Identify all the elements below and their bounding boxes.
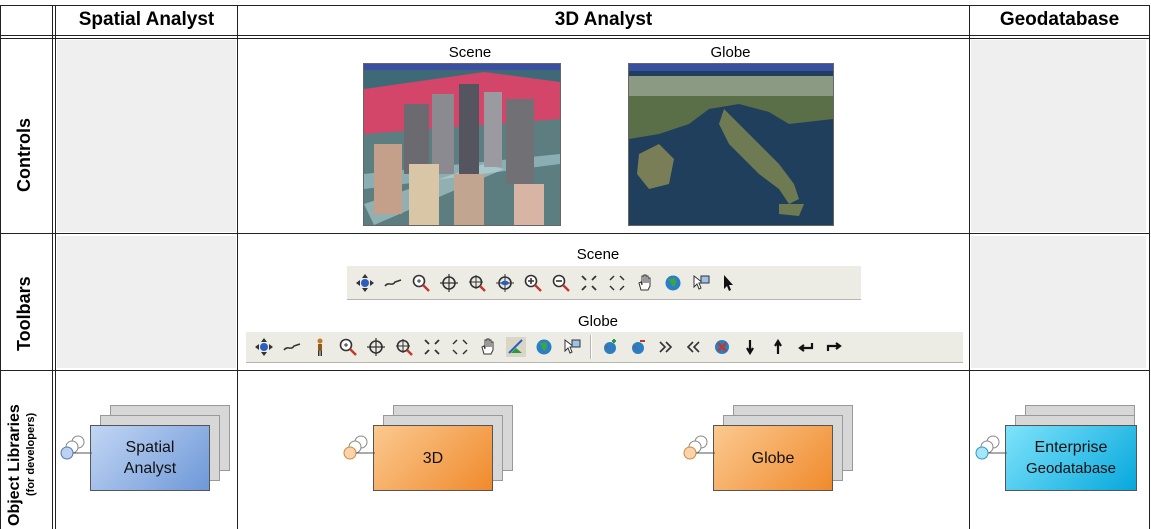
geodb-controls-cell (971, 40, 1146, 232)
grid-line (969, 5, 970, 529)
globe-toolbar (246, 331, 963, 363)
globe-library-box: Globe (713, 425, 833, 491)
toolbar-separator (590, 335, 592, 359)
grid-line (237, 5, 238, 529)
enterprise-geodatabase-library: Enterprise Geodatabase (975, 405, 1145, 505)
select-features-icon[interactable] (558, 333, 586, 361)
globe-toolbar-caption: Globe (577, 313, 619, 330)
zoom-in-out-icon[interactable] (334, 333, 362, 361)
interface-lollipop-icon (343, 435, 375, 460)
spatial-analyst-library-box: Spatial Analyst (90, 425, 210, 491)
grid-line (0, 233, 1150, 234)
up-icon[interactable] (764, 333, 792, 361)
spatial-toolbars-cell (57, 236, 236, 368)
fly-icon[interactable] (278, 333, 306, 361)
fixed-zoom-out-icon[interactable] (603, 269, 631, 297)
zoom-in-out-icon[interactable] (407, 269, 435, 297)
grid-line (55, 5, 56, 529)
zoom-to-target-icon[interactable] (463, 269, 491, 297)
target-center-icon[interactable] (435, 269, 463, 297)
remove-layer-icon[interactable] (624, 333, 652, 361)
globe-control-caption: Globe (710, 44, 751, 61)
grid-line (0, 370, 1150, 371)
column-header-geodatabase: Geodatabase (999, 9, 1120, 30)
library-label-line1: 3D (422, 449, 444, 467)
next-view-icon[interactable] (652, 333, 680, 361)
row-label-object-libraries: Object Libraries (6, 404, 23, 526)
fixed-zoom-in-icon[interactable] (418, 333, 446, 361)
navigate-icon[interactable] (250, 333, 278, 361)
target-center-icon[interactable] (362, 333, 390, 361)
grid-line (0, 35, 1150, 36)
previous-view-icon[interactable] (680, 333, 708, 361)
full-extent-icon[interactable] (659, 269, 687, 297)
interface-lollipop-icon (975, 435, 1007, 460)
pan-icon[interactable] (631, 269, 659, 297)
library-label-line1: Enterprise (1034, 439, 1108, 456)
grid-line (0, 5, 1, 529)
globe-library: Globe (683, 405, 853, 505)
library-label-line2: Analyst (123, 460, 177, 477)
surface-icon[interactable] (502, 333, 530, 361)
enterprise-geodatabase-library-box: Enterprise Geodatabase (1005, 425, 1137, 491)
spatial-analyst-library: Spatial Analyst (60, 405, 230, 505)
grid-line (1149, 5, 1150, 529)
zoom-out-icon[interactable] (547, 269, 575, 297)
full-extent-icon[interactable] (530, 333, 558, 361)
library-label-line1: Globe (751, 449, 795, 467)
pan-icon[interactable] (474, 333, 502, 361)
interface-lollipop-icon (60, 435, 92, 460)
grid-line (0, 38, 1150, 39)
zoom-to-target-icon[interactable] (390, 333, 418, 361)
scene-control-image (363, 63, 561, 226)
forward-icon[interactable] (820, 333, 848, 361)
grid-line (52, 5, 53, 529)
select-elements-icon[interactable] (715, 269, 743, 297)
scene-control-caption: Scene (448, 44, 492, 61)
globe-control-image (628, 63, 834, 226)
fly-icon[interactable] (379, 269, 407, 297)
walk-icon[interactable] (306, 333, 334, 361)
diagram-grid: Spatial Analyst 3D Analyst Geodatabase C… (0, 0, 1151, 529)
row-label-toolbars: Toolbars (14, 276, 34, 351)
scene-toolbar (347, 265, 861, 300)
zoom-in-icon[interactable] (519, 269, 547, 297)
navigate-icon[interactable] (351, 269, 379, 297)
library-label-line1: Spatial (125, 439, 175, 456)
back-icon[interactable] (792, 333, 820, 361)
clear-cache-icon[interactable] (708, 333, 736, 361)
3d-library: 3D (343, 405, 513, 505)
down-icon[interactable] (736, 333, 764, 361)
column-header-3d-analyst: 3D Analyst (554, 9, 653, 30)
column-header-spatial-analyst: Spatial Analyst (78, 9, 215, 30)
3d-library-box: 3D (373, 425, 493, 491)
set-observer-icon[interactable] (491, 269, 519, 297)
scene-toolbar-caption: Scene (576, 246, 620, 263)
spatial-controls-cell (57, 40, 236, 232)
interface-lollipop-icon (683, 435, 715, 460)
library-label-line2: Geodatabase (1025, 460, 1117, 477)
select-features-icon[interactable] (687, 269, 715, 297)
geodb-toolbars-cell (971, 236, 1146, 368)
add-layer-icon[interactable] (596, 333, 624, 361)
row-label-controls: Controls (14, 118, 34, 192)
row-label-for-developers: (for developers) (25, 412, 37, 496)
fixed-zoom-in-icon[interactable] (575, 269, 603, 297)
fixed-zoom-out-icon[interactable] (446, 333, 474, 361)
